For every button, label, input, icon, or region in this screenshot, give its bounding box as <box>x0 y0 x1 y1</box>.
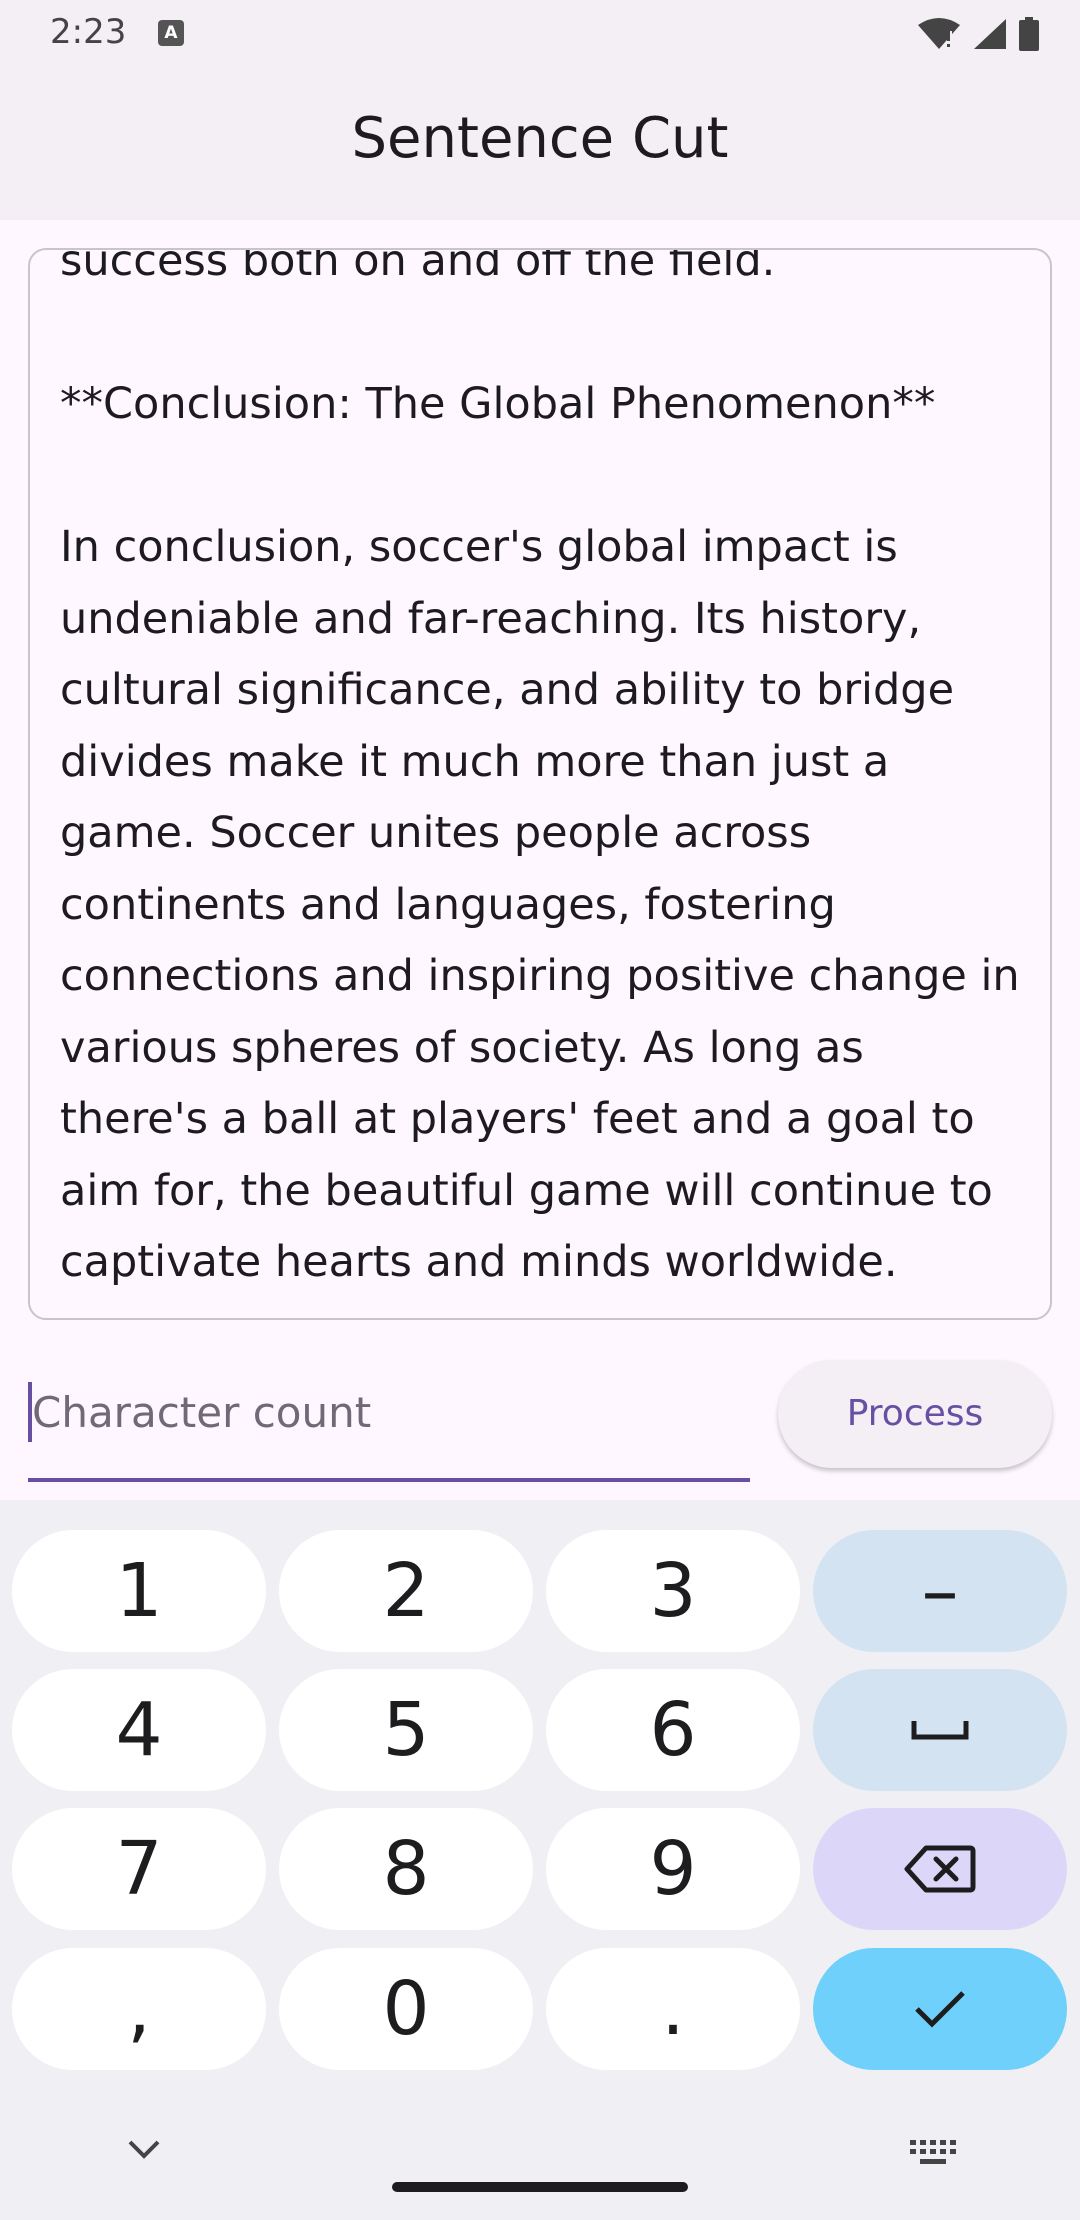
backspace-icon <box>904 1845 976 1893</box>
status-icons <box>916 14 1040 54</box>
key-done[interactable] <box>813 1948 1067 2070</box>
wifi-alert-icon <box>918 18 960 49</box>
battery-icon <box>1019 17 1039 51</box>
key-dash[interactable]: – <box>813 1530 1067 1652</box>
text-input-content[interactable]: success both on and off the field. **Con… <box>60 250 1020 1299</box>
key-2[interactable]: 2 <box>279 1530 533 1652</box>
key-6[interactable]: 6 <box>546 1669 800 1791</box>
keyboard-icon[interactable] <box>910 2140 956 2168</box>
character-count-placeholder: Character count <box>32 1388 372 1437</box>
page-title: Sentence Cut <box>351 106 729 171</box>
space-icon <box>911 1721 969 1740</box>
key-7[interactable]: 7 <box>12 1808 266 1930</box>
input-underline <box>28 1478 750 1482</box>
key-3[interactable]: 3 <box>546 1530 800 1652</box>
key-space[interactable] <box>813 1669 1067 1791</box>
status-time: 2:23 <box>50 12 127 52</box>
numeric-keyboard: 1 2 3 – 4 5 6 7 8 9 , 0 . <box>0 1500 1080 2220</box>
text-cursor <box>28 1382 32 1442</box>
checkmark-icon <box>915 1991 965 2028</box>
key-4[interactable]: 4 <box>12 1669 266 1791</box>
home-indicator[interactable] <box>392 2182 688 2192</box>
key-1[interactable]: 1 <box>12 1530 266 1652</box>
app-bar: Sentence Cut <box>0 66 1080 220</box>
key-comma[interactable]: , <box>12 1948 266 2070</box>
key-backspace[interactable] <box>813 1808 1067 1930</box>
process-button[interactable]: Process <box>778 1360 1052 1468</box>
key-period[interactable]: . <box>546 1948 800 2070</box>
character-count-input[interactable]: Character count <box>28 1370 750 1482</box>
chevron-down-icon[interactable] <box>126 2138 162 2162</box>
key-9[interactable]: 9 <box>546 1808 800 1930</box>
signal-icon <box>974 19 1006 49</box>
status-bar: 2:23 A <box>0 0 1080 66</box>
text-a-icon: A <box>158 20 184 46</box>
key-5[interactable]: 5 <box>279 1669 533 1791</box>
key-8[interactable]: 8 <box>279 1808 533 1930</box>
text-input-area[interactable]: success both on and off the field. **Con… <box>28 248 1052 1320</box>
key-0[interactable]: 0 <box>279 1948 533 2070</box>
